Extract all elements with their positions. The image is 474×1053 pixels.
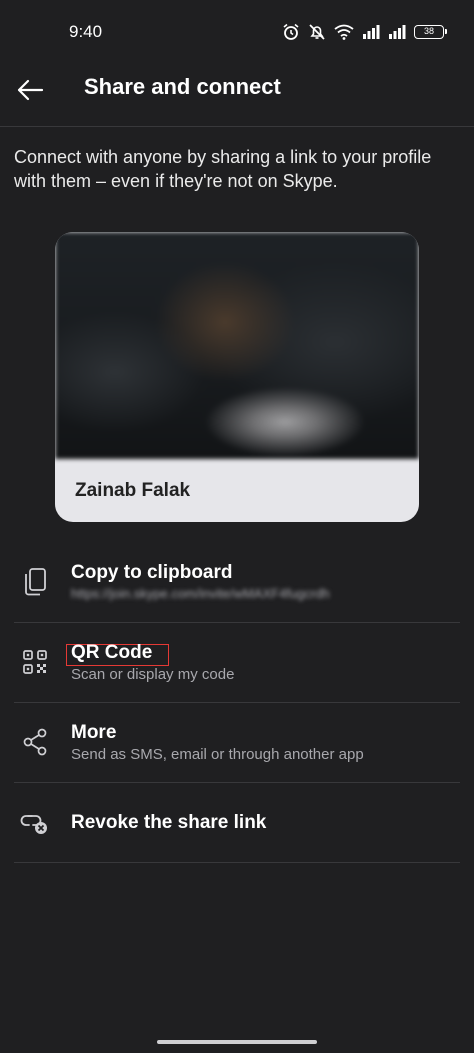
revoke-share-link-label: Revoke the share link [71, 812, 267, 833]
share-link-text: https://join.skype.com/invite/wMAXF4fugc… [71, 586, 330, 601]
status-time: 9:40 [69, 22, 103, 41]
unlink-icon [20, 807, 50, 837]
signal-icon-2 [389, 25, 406, 39]
back-button[interactable] [10, 70, 50, 110]
qr-code-sub: Scan or display my code [71, 666, 235, 683]
revoke-share-link-option[interactable]: Revoke the share link [14, 782, 460, 863]
more-label: More [71, 722, 117, 743]
copy-to-clipboard-option[interactable]: Copy to clipboard https://join.skype.com… [14, 542, 460, 623]
more-sub: Send as SMS, email or through another ap… [71, 746, 364, 763]
more-option[interactable]: More Send as SMS, email or through anoth… [14, 702, 460, 783]
battery-icon: 38 [414, 25, 447, 39]
qr-code-option[interactable]: QR Code Scan or display my code [14, 622, 460, 703]
profile-name: Zainab Falak [75, 480, 191, 501]
page-title: Share and connect [84, 74, 281, 99]
back-arrow-icon [17, 79, 44, 101]
status-bar: 9:40 38 [0, 0, 474, 64]
alarm-icon [283, 23, 299, 40]
intro-text: Connect with anyone by sharing a link to… [14, 147, 432, 191]
status-icons: 38 [282, 20, 447, 44]
qr-code-icon [20, 647, 50, 677]
profile-photo [55, 232, 419, 459]
app-header: Share and connect [0, 64, 474, 127]
home-indicator [157, 1040, 317, 1044]
share-icon [20, 727, 50, 757]
mute-icon [309, 24, 325, 40]
signal-icon [363, 25, 380, 39]
copy-icon [20, 567, 50, 597]
profile-card: Zainab Falak [55, 232, 419, 522]
qr-code-label: QR Code [71, 642, 153, 663]
wifi-icon [334, 24, 354, 40]
copy-to-clipboard-label: Copy to clipboard [71, 562, 233, 583]
